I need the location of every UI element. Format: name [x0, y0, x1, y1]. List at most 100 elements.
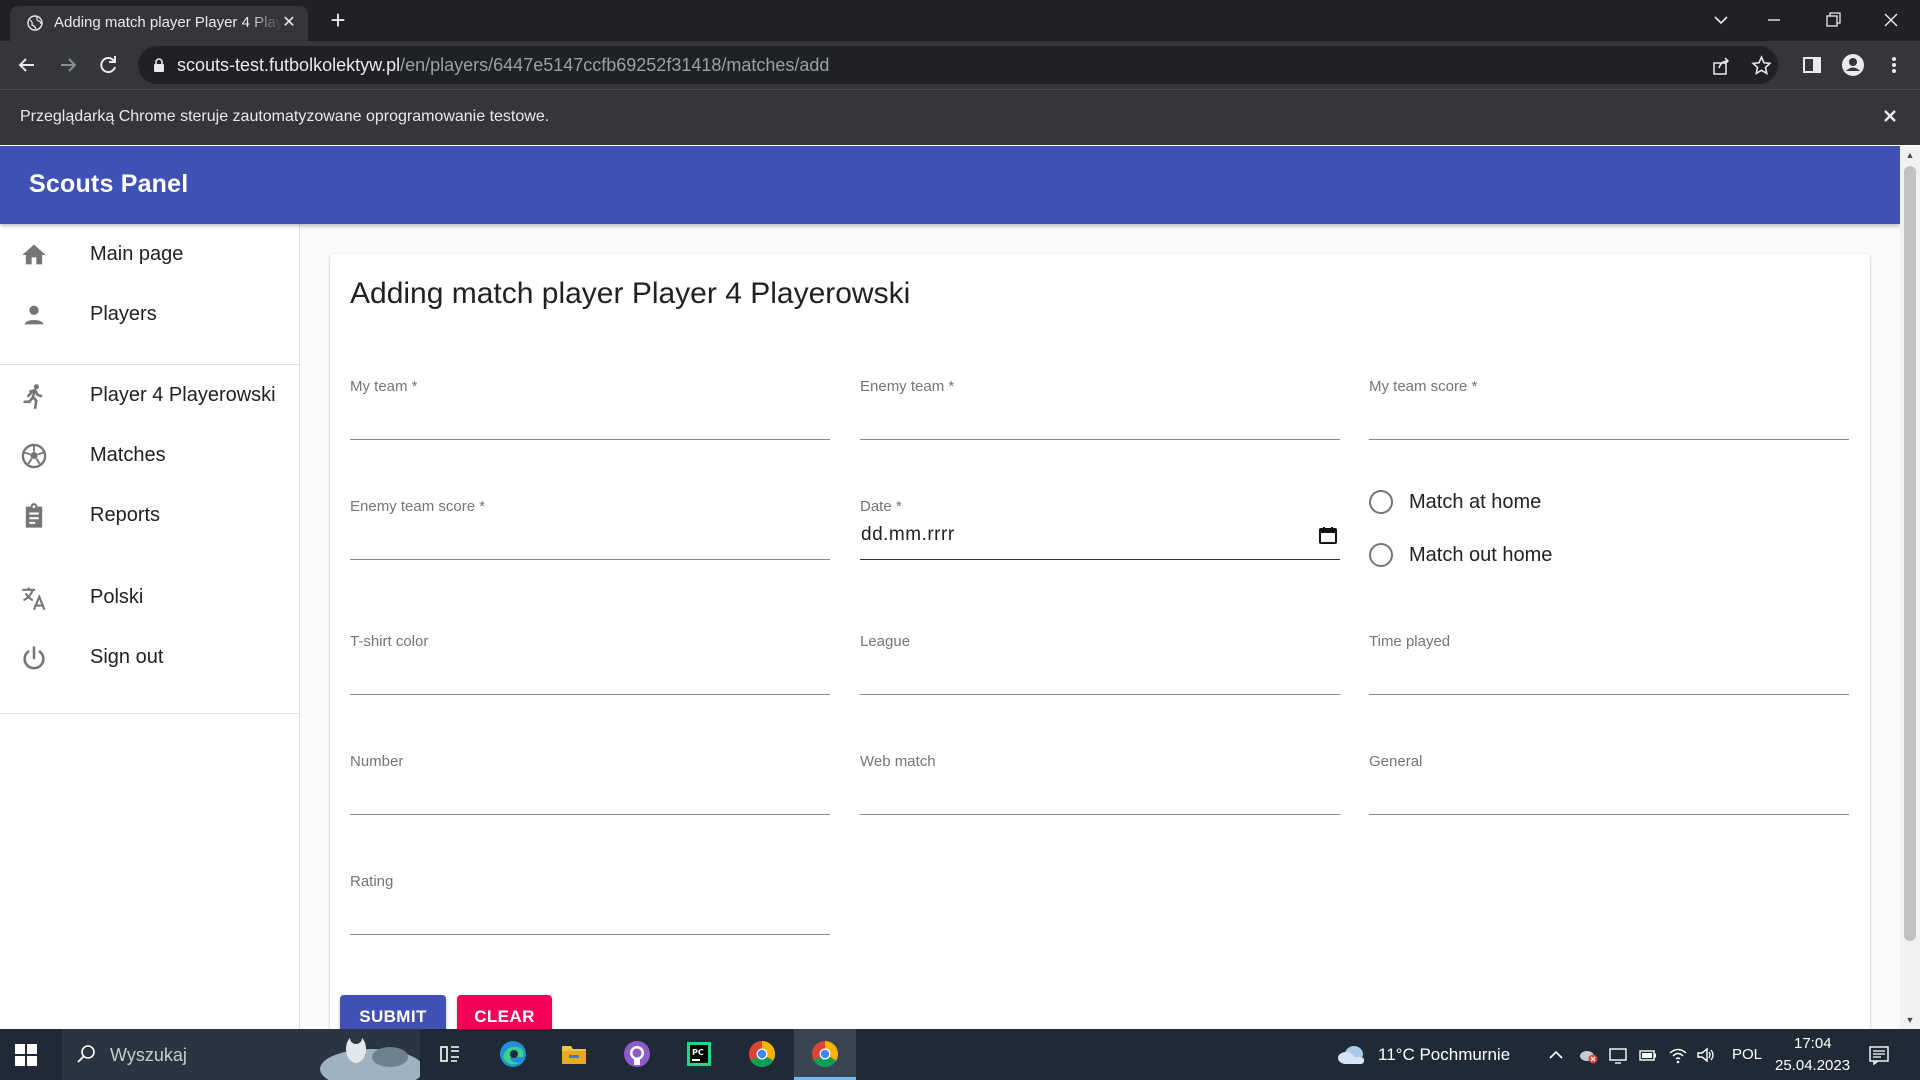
sidebar-item-main-page[interactable]: Main page	[0, 224, 299, 284]
tab-close-icon[interactable]: ✕	[280, 14, 298, 32]
infobar-close-icon[interactable]	[1878, 104, 1902, 128]
scroll-up-icon[interactable]: ▲	[1905, 150, 1915, 160]
field-label: Date *	[860, 498, 902, 515]
url-text[interactable]: scouts-test.futbolkolektyw.pl/en/players…	[177, 55, 829, 76]
my-team-score-field[interactable]: My team score *	[1369, 378, 1849, 440]
sidebar-item-label: Matches	[90, 444, 166, 466]
field-label: Rating	[350, 873, 394, 890]
calendar-icon[interactable]	[1318, 525, 1338, 545]
wifi-icon[interactable]	[1668, 1045, 1688, 1065]
enemy-team-score-field[interactable]: Enemy team score *	[350, 498, 830, 560]
volume-icon[interactable]	[1696, 1045, 1716, 1065]
profile-icon[interactable]	[1839, 51, 1867, 79]
pycharm-icon[interactable]: PC	[682, 1037, 716, 1071]
back-icon[interactable]	[13, 51, 41, 79]
sidebar-item-reports[interactable]: Reports	[0, 485, 299, 545]
browser-tabstrip: Adding match player Player 4 Playerowski…	[0, 0, 1920, 41]
number-field[interactable]: Number	[350, 753, 830, 815]
onedrive-error-icon[interactable]	[1578, 1045, 1598, 1065]
show-hidden-icons-chevron-icon[interactable]	[1546, 1045, 1566, 1065]
sidebar-item-player[interactable]: Player 4 Playerowski	[0, 365, 299, 425]
league-field[interactable]: League	[860, 633, 1340, 695]
edge-icon[interactable]	[496, 1037, 530, 1071]
clipboard-icon	[25, 503, 43, 528]
radio-label: Match at home	[1409, 491, 1542, 513]
tshirt-color-field[interactable]: T-shirt color	[350, 633, 830, 695]
field-underline	[350, 934, 830, 935]
share-icon[interactable]	[1711, 56, 1731, 76]
reload-icon[interactable]	[94, 51, 122, 79]
web-match-field[interactable]: Web match	[860, 753, 1340, 815]
close-window-icon[interactable]	[1876, 6, 1906, 34]
rating-field[interactable]: Rating	[350, 873, 830, 935]
task-view-icon[interactable]	[433, 1037, 467, 1071]
field-label: My team score *	[1369, 378, 1478, 395]
tab-title: Adding match player Player 4 Playerowski	[54, 14, 282, 31]
taskbar-search-box[interactable]: Wyszukaj	[62, 1029, 420, 1080]
clock-time[interactable]: 17:04	[1794, 1035, 1832, 1052]
forward-icon[interactable]	[54, 51, 82, 79]
field-underline	[1369, 439, 1849, 440]
person-icon	[24, 305, 44, 325]
translate-icon	[22, 587, 46, 611]
sidebar-item-players[interactable]: Players	[0, 284, 299, 344]
page-scrollbar[interactable]: ▲ ▼	[1900, 146, 1920, 1029]
field-label: Enemy team *	[860, 378, 955, 395]
field-underline	[860, 814, 1340, 815]
field-label: Enemy team score *	[350, 498, 486, 515]
time-played-field[interactable]: Time played	[1369, 633, 1849, 695]
battery-icon[interactable]	[1638, 1045, 1658, 1065]
soccer-ball-icon	[21, 443, 47, 469]
restore-icon[interactable]	[1818, 6, 1848, 34]
page-title: Adding match player Player 4 Playerowski	[350, 277, 911, 310]
sidebar-item-label: Player 4 Playerowski	[90, 384, 276, 406]
clear-button[interactable]: CLEAR	[457, 995, 552, 1029]
new-tab-button[interactable]: +	[325, 7, 351, 34]
address-bar[interactable]: scouts-test.futbolkolektyw.pl/en/players…	[138, 46, 1778, 84]
input-language[interactable]: POL	[1732, 1046, 1762, 1063]
home-icon	[22, 244, 46, 265]
field-label: Number	[350, 753, 404, 770]
windows-start-icon[interactable]	[14, 1043, 38, 1067]
main-content: Adding match player Player 4 Playerowski…	[300, 224, 1900, 1029]
chrome-active-taskbar-item[interactable]	[794, 1029, 856, 1080]
github-icon[interactable]	[620, 1037, 654, 1071]
app-title: Scouts Panel	[29, 170, 189, 198]
general-field[interactable]: General	[1369, 753, 1849, 815]
my-team-field[interactable]: My team *	[350, 378, 830, 440]
radio-circle[interactable]	[1369, 490, 1393, 514]
weather-text[interactable]: 11°C Pochmurnie	[1378, 1045, 1510, 1065]
scroll-down-icon[interactable]: ▼	[1905, 1015, 1915, 1025]
bookmark-star-icon[interactable]	[1751, 55, 1772, 76]
sidebar-item-matches[interactable]: Matches	[0, 425, 299, 485]
browser-tab[interactable]: Adding match player Player 4 Playerowski…	[10, 6, 308, 41]
sidebar-item-language[interactable]: Polski	[0, 567, 299, 627]
cloud-weather-icon[interactable]	[1336, 1041, 1368, 1067]
side-panel-icon[interactable]	[1798, 51, 1826, 79]
enemy-team-field[interactable]: Enemy team *	[860, 378, 1340, 440]
radio-circle[interactable]	[1369, 543, 1393, 567]
chrome-menu-icon[interactable]	[1880, 51, 1908, 79]
match-at-home-radio[interactable]: Match at home	[1369, 485, 1669, 519]
lock-icon[interactable]	[152, 57, 166, 73]
minimize-icon[interactable]	[1759, 6, 1789, 34]
clock-date[interactable]: 25.04.2023	[1775, 1057, 1850, 1074]
submit-button[interactable]: SUBMIT	[340, 995, 446, 1029]
sidebar-item-label: Sign out	[90, 646, 164, 668]
scrollbar-thumb[interactable]	[1904, 166, 1916, 941]
sidebar-item-label: Main page	[90, 243, 184, 265]
field-label: Time played	[1369, 633, 1451, 650]
date-field[interactable]: Date * dd.mm.rrrr	[860, 498, 1340, 560]
sidebar-item-sign-out[interactable]: Sign out	[0, 627, 299, 687]
url-path: /en/players/6447e5147ccfb69252f31418/mat…	[400, 55, 830, 75]
field-underline	[1369, 694, 1849, 695]
display-settings-icon[interactable]	[1608, 1045, 1628, 1065]
notifications-icon[interactable]	[1868, 1044, 1890, 1066]
file-explorer-icon[interactable]	[557, 1037, 591, 1071]
chrome-icon[interactable]	[745, 1037, 779, 1071]
tab-search-chevron-icon[interactable]	[1706, 6, 1736, 34]
search-highlight-illustration-icon	[320, 1032, 420, 1080]
app-header: Scouts Panel	[0, 146, 1900, 224]
field-underline	[350, 694, 830, 695]
match-out-home-radio[interactable]: Match out home	[1369, 538, 1669, 572]
